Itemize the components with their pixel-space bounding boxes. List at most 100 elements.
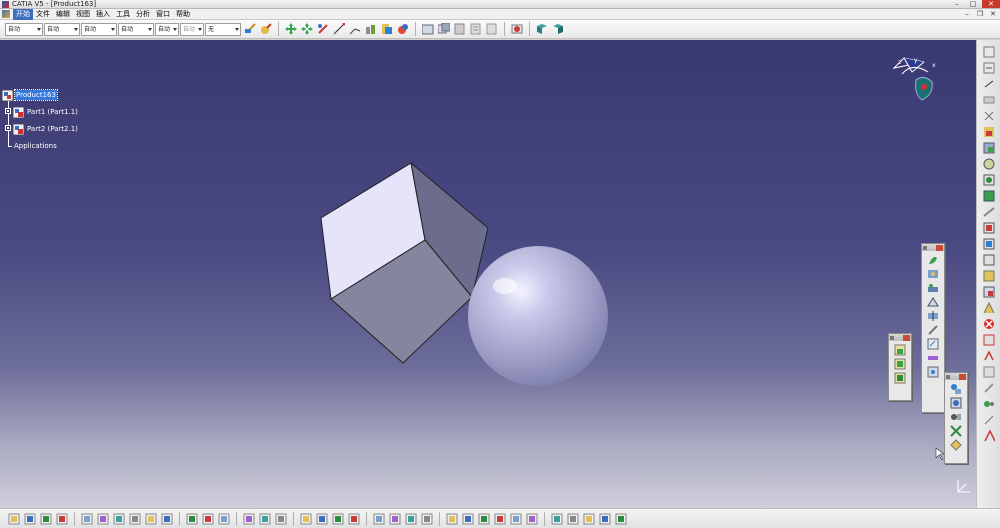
inertia-icon[interactable] [365,23,377,35]
line-type-combo[interactable]: 自动 [118,22,154,36]
paste-icon[interactable] [113,513,125,525]
minimize-button[interactable]: – [950,0,964,8]
redo-icon[interactable] [145,513,157,525]
bill-of-material-icon[interactable] [983,366,995,378]
hide-show-icon[interactable] [405,513,417,525]
rotate-icon[interactable] [301,23,313,35]
tools-palette-icon[interactable] [446,513,458,525]
whats-this-icon[interactable] [161,513,173,525]
delete-icon[interactable] [983,334,995,346]
print-icon[interactable] [56,513,68,525]
multi-instantiate-icon[interactable] [983,286,995,298]
measure-item-icon[interactable] [349,23,361,35]
close-button[interactable]: ✕ [982,0,1000,8]
reorder-icon[interactable] [983,238,995,250]
apply-material-icon[interactable] [260,23,272,35]
close-icon[interactable] [936,244,943,251]
exploded-view-icon[interactable] [983,174,995,186]
close-icon[interactable] [903,334,910,341]
fill-color-combo[interactable]: 自动 [5,22,43,36]
plane-icon[interactable] [511,23,523,35]
close-icon[interactable] [959,373,966,380]
properties-icon[interactable] [397,23,409,35]
bom-icon[interactable] [422,23,434,35]
catalog-browser-icon[interactable] [983,142,995,154]
doc-minimize-button[interactable]: – [962,10,972,18]
menu-start[interactable]: 开始 [13,8,33,20]
rendering-style-combo[interactable]: 自动 [180,22,204,36]
open-icon[interactable] [24,513,36,525]
menu-help[interactable]: 帮助 [173,9,193,20]
material-icon[interactable] [494,513,506,525]
clash-icon[interactable] [470,23,482,35]
iso-view-icon[interactable] [373,513,385,525]
cut-icon[interactable] [81,513,93,525]
mirror-icon[interactable] [599,513,611,525]
layer-combo[interactable]: 无 [205,22,241,36]
clash-analysis-icon[interactable] [983,382,995,394]
assembly-remove-icon[interactable] [927,296,939,308]
offset-icon[interactable] [950,411,962,423]
multi-view-icon[interactable] [536,23,548,35]
copy-icon[interactable] [97,513,109,525]
zoom-out-icon[interactable] [332,513,344,525]
zoom-in-icon[interactable] [316,513,328,525]
point-symbol-combo[interactable]: 自动 [155,22,179,36]
sectioning-icon[interactable] [552,23,564,35]
manipulate-icon[interactable] [567,513,579,525]
assembly-pocket-icon[interactable] [927,282,939,294]
undo-icon[interactable] [129,513,141,525]
explode-icon[interactable] [983,110,995,122]
section-icon[interactable] [486,23,498,35]
knowledge-icon[interactable] [551,513,563,525]
scene-icon[interactable] [983,158,995,170]
contact-icon[interactable] [950,397,962,409]
new-component-icon[interactable] [894,344,906,356]
update-icon[interactable] [983,222,995,234]
publication-icon[interactable] [983,302,995,314]
rotate-icon[interactable] [300,513,312,525]
shading-icon[interactable] [389,513,401,525]
normal-view-icon[interactable] [348,513,360,525]
paste-icon[interactable] [454,23,466,35]
coincidence-icon[interactable] [950,383,962,395]
compass-widget[interactable]: z y x [888,54,948,114]
fix-icon[interactable] [950,439,962,451]
generate-numbering-icon[interactable] [983,350,995,362]
menu-view[interactable]: 视图 [73,9,93,20]
sketch-icon[interactable] [927,338,939,350]
menu-file[interactable]: 文件 [33,9,53,20]
measure-between-icon[interactable] [333,23,345,35]
update-icon[interactable] [462,513,474,525]
menu-edit[interactable]: 编辑 [53,9,73,20]
fix-together-icon[interactable] [982,206,995,218]
clash-icon[interactable] [526,513,538,525]
doc-restore-button[interactable]: ❐ [975,10,985,18]
swap-visible-icon[interactable] [421,513,433,525]
distance-icon[interactable] [983,398,995,410]
menu-tools[interactable]: 工具 [113,9,133,20]
assembly-hole-icon[interactable] [927,268,939,280]
doc-close-button[interactable]: ✕ [988,10,998,18]
new-icon[interactable] [8,513,20,525]
maximize-button[interactable]: □ [966,0,980,8]
fit-all-icon[interactable] [259,513,271,525]
new-product-icon[interactable] [894,358,906,370]
split-icon[interactable] [583,513,595,525]
product-structure-toolbar[interactable] [888,333,912,401]
move-icon[interactable] [983,78,995,90]
comment-icon[interactable] [202,513,214,525]
assembly-symmetry-icon[interactable] [927,324,939,336]
angle-icon[interactable] [950,425,962,437]
save-management-icon[interactable] [983,270,995,282]
catalog-icon[interactable] [381,23,393,35]
measure-icon[interactable] [510,513,522,525]
pan-icon[interactable] [285,23,297,35]
fly-icon[interactable] [243,513,255,525]
annotation-icon[interactable] [983,318,995,330]
cube-part[interactable] [320,161,489,364]
product-icon[interactable] [983,46,995,58]
replace-icon[interactable] [983,254,995,266]
assembly-split-icon[interactable] [927,254,939,266]
snap-icon[interactable] [317,23,329,35]
